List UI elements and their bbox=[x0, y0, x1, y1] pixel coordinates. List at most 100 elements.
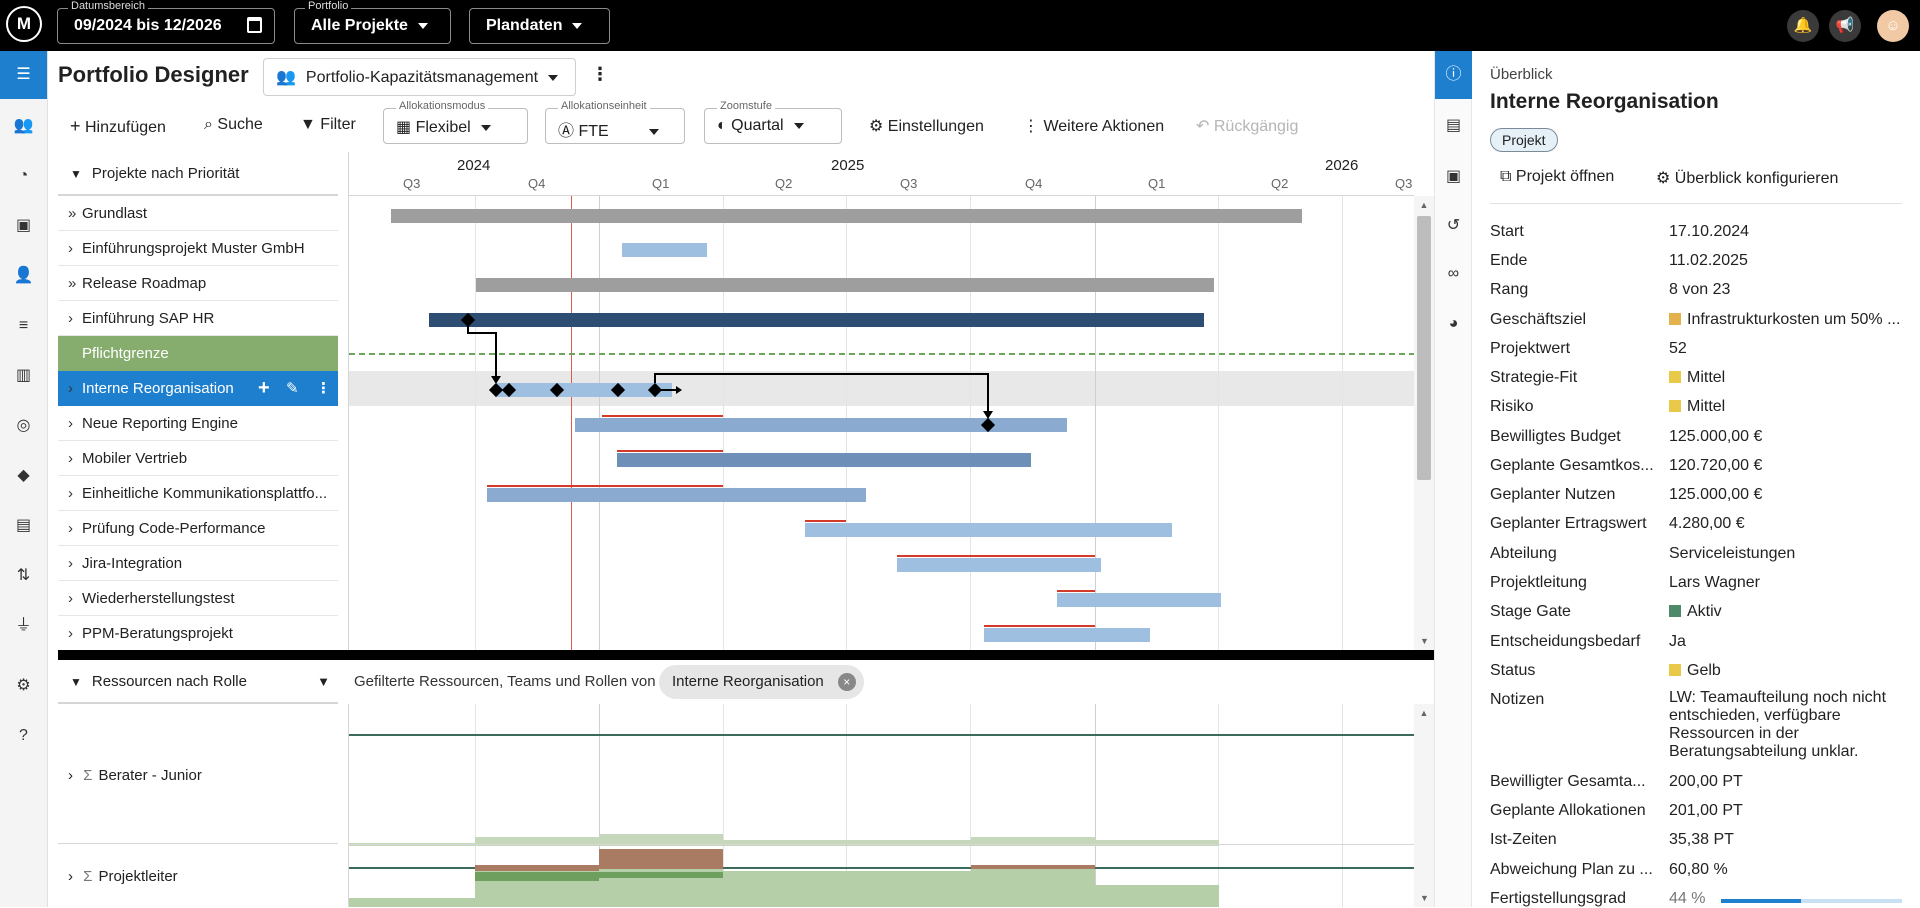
bell-icon[interactable]: 🔔 bbox=[1787, 10, 1819, 42]
configure-overview-button[interactable]: ⚙ Überblick konfigurieren bbox=[1656, 168, 1838, 188]
view-more-icon[interactable]: ⋮ bbox=[591, 64, 609, 85]
dependency-arrows bbox=[467, 320, 993, 419]
portfolio-caption: Portfolio bbox=[305, 0, 352, 12]
palette-icon[interactable]: ◕ bbox=[1435, 315, 1472, 333]
project-label: Neue Reporting Engine bbox=[82, 415, 238, 432]
portfolio-select[interactable]: Portfolio Alle Projekte bbox=[294, 0, 451, 44]
transfer-icon[interactable]: ⇅ bbox=[0, 552, 47, 600]
search-button[interactable]: ⌕ Suche bbox=[204, 116, 263, 134]
undo-button: ↶ Rückgängig bbox=[1196, 116, 1298, 136]
settings-button[interactable]: ⚙ Einstellungen bbox=[869, 116, 984, 136]
users-icon[interactable]: 👥 bbox=[0, 102, 47, 150]
resource-row[interactable]: › Σ Projektleiter bbox=[58, 844, 338, 907]
collapse-icon: ▼ bbox=[70, 675, 82, 689]
view-select[interactable]: 👥 Portfolio-Kapazitätsmanagement bbox=[263, 58, 576, 96]
double-chevron-icon: » bbox=[68, 205, 77, 222]
info-icon[interactable]: ⓘ bbox=[1435, 51, 1472, 99]
open-project-button[interactable]: ⧉ Projekt öffnen bbox=[1500, 168, 1614, 186]
people-icon: 👥 bbox=[276, 69, 296, 86]
target-icon[interactable]: ◎ bbox=[0, 402, 47, 450]
project-row[interactable]: › Einführung SAP HR bbox=[58, 301, 338, 336]
zoom-caption: Zoomstufe bbox=[717, 100, 775, 112]
team-icon[interactable]: 👤 bbox=[0, 252, 47, 300]
field-value: 52 bbox=[1669, 340, 1687, 357]
project-row[interactable]: › Mobiler Vertrieb bbox=[58, 441, 338, 476]
filter-button[interactable]: ▼ Filter bbox=[300, 116, 356, 134]
comments-icon[interactable]: ▤ bbox=[1435, 115, 1472, 135]
board-icon[interactable]: ▥ bbox=[0, 352, 47, 400]
field-label: Geplante Allokationen bbox=[1490, 802, 1646, 819]
project-row[interactable]: › Einführungsprojekt Muster GmbH bbox=[58, 231, 338, 266]
settings-icon[interactable]: ⚙ bbox=[0, 662, 47, 710]
allocation-mode-select[interactable]: Allokationsmodus ▦ Flexibel bbox=[383, 100, 528, 144]
scroll-down-icon[interactable]: ▼ bbox=[1420, 893, 1429, 903]
field-label: Ende bbox=[1490, 252, 1528, 269]
field-value-text: Mittel bbox=[1687, 398, 1726, 415]
resource-row[interactable]: › Σ Berater - Junior bbox=[58, 704, 338, 844]
field-value-text: Mittel bbox=[1687, 369, 1726, 386]
document-icon[interactable]: ▤ bbox=[0, 502, 47, 550]
close-icon[interactable]: × bbox=[837, 673, 856, 691]
avatar[interactable]: ☺ bbox=[1877, 10, 1909, 42]
history-icon[interactable]: ↺ bbox=[1435, 215, 1472, 235]
chevron-down-icon bbox=[417, 22, 428, 29]
field-label: Geplanter Ertragswert bbox=[1490, 515, 1647, 532]
scroll-thumb[interactable] bbox=[1417, 216, 1431, 480]
field-value: 8 von 23 bbox=[1669, 281, 1731, 298]
field-label: Strategie-Fit bbox=[1490, 369, 1578, 386]
project-row[interactable]: › Einheitliche Kommunikationsplattfo... bbox=[58, 476, 338, 511]
project-row[interactable]: › Jira-Integration bbox=[58, 546, 338, 581]
field-value: 11.02.2025 bbox=[1669, 252, 1748, 269]
gantt-icon[interactable]: ☰ bbox=[0, 51, 47, 99]
details-toolbar: ⓘ ▤ ▣ ↺ ∞ ◕ bbox=[1434, 51, 1472, 907]
filter-icon[interactable]: ▼ bbox=[317, 660, 330, 704]
field-label: Stage Gate bbox=[1490, 603, 1571, 620]
progress-label: Fertigstellungsgrad bbox=[1490, 890, 1627, 907]
field-value-business-goal: Infrastrukturkosten um 50% ... bbox=[1669, 311, 1904, 329]
resources-header[interactable]: ▼ Ressourcen nach Rolle ▼ bbox=[58, 660, 338, 704]
megaphone-icon[interactable]: 📢 bbox=[1829, 10, 1861, 42]
field-value: Ja bbox=[1669, 633, 1686, 650]
scroll-up-icon[interactable]: ▲ bbox=[1414, 708, 1434, 718]
plan-data-select[interactable]: Plandaten bbox=[469, 8, 610, 44]
panel-splitter[interactable] bbox=[58, 650, 1434, 660]
date-range-select[interactable]: Datumsbereich 09/2024 bis 12/2026 bbox=[57, 0, 275, 44]
list-icon[interactable]: ≡ bbox=[0, 302, 47, 350]
plug-icon[interactable]: ⏚ bbox=[0, 602, 47, 650]
add-icon[interactable]: + bbox=[258, 371, 270, 406]
plus-icon: + bbox=[70, 116, 81, 136]
app-logo[interactable]: M bbox=[6, 6, 42, 42]
resource-filter-chip[interactable]: Interne Reorganisation × bbox=[659, 665, 864, 699]
project-row[interactable]: › Wiederherstellungstest bbox=[58, 581, 338, 616]
contrast-icon: ◐ bbox=[717, 117, 727, 134]
allocation-unit-select[interactable]: Allokationseinheit Ⓐ FTE bbox=[545, 100, 685, 144]
projects-header[interactable]: ▼ Projekte nach Priorität bbox=[58, 152, 338, 196]
more-vert-icon: ⋮ bbox=[1023, 118, 1039, 135]
more-actions-button[interactable]: ⋮ Weitere Aktionen bbox=[1023, 116, 1164, 136]
badge-icon[interactable]: ▣ bbox=[0, 202, 47, 250]
gantt-vertical-scrollbar[interactable]: ▲ ▼ bbox=[1414, 196, 1434, 650]
roadmap-icon[interactable]: ◆ bbox=[0, 452, 47, 500]
link-icon[interactable]: ∞ bbox=[1435, 265, 1472, 283]
sum-icon: Σ bbox=[83, 868, 93, 885]
dashboard-icon[interactable]: ◔ bbox=[0, 152, 47, 200]
project-row-selected[interactable]: › Interne Reorganisation + ✎ ⋮ bbox=[58, 371, 338, 406]
chevron-right-icon: › bbox=[68, 380, 73, 397]
gear-icon: ⚙ bbox=[1656, 170, 1671, 187]
project-row[interactable]: › PPM-Beratungsprojekt bbox=[58, 616, 338, 651]
feedback-icon[interactable]: ▣ bbox=[1435, 166, 1472, 186]
project-row[interactable]: › Prüfung Code-Performance bbox=[58, 511, 338, 546]
project-row-grundlast[interactable]: » Grundlast bbox=[58, 196, 338, 231]
edit-icon[interactable]: ✎ bbox=[286, 371, 299, 406]
project-row[interactable]: › Neue Reporting Engine bbox=[58, 406, 338, 441]
resource-vertical-scrollbar[interactable]: ▲ ▼ bbox=[1414, 704, 1434, 907]
help-icon[interactable]: ? bbox=[0, 712, 47, 760]
field-label: Bewilligtes Budget bbox=[1490, 428, 1621, 445]
zoom-select[interactable]: Zoomstufe ◐ Quartal bbox=[704, 100, 842, 144]
more-vert-icon[interactable]: ⋮ bbox=[316, 371, 331, 406]
project-row[interactable]: » Release Roadmap bbox=[58, 266, 338, 301]
add-button[interactable]: + Hinzufügen bbox=[70, 116, 166, 137]
scroll-down-icon[interactable]: ▼ bbox=[1420, 636, 1429, 646]
chevron-down-icon bbox=[572, 22, 583, 29]
scroll-up-icon[interactable]: ▲ bbox=[1414, 200, 1434, 210]
